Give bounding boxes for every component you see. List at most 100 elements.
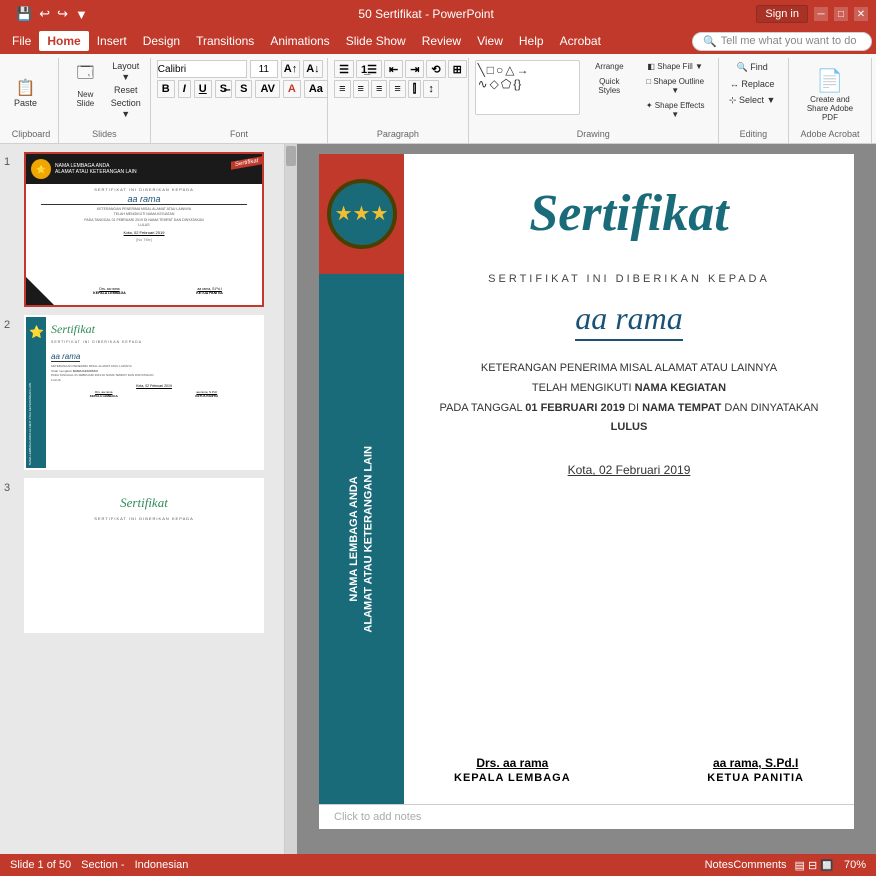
new-slide-label: New Slide (69, 90, 102, 108)
char-spacing-button[interactable]: AV (255, 80, 279, 98)
comments-button[interactable]: Comments (733, 859, 786, 871)
close-button[interactable]: ✕ (854, 7, 868, 21)
restore-button[interactable]: □ (834, 7, 848, 21)
line-spacing-button[interactable]: ↕ (423, 80, 439, 98)
notes-button[interactable]: Notes (705, 859, 734, 871)
app-title: 50 Sertifikat - PowerPoint (96, 7, 756, 21)
sign-in-button[interactable]: Sign in (756, 5, 808, 23)
arrow-shape-icon[interactable]: → (517, 63, 529, 77)
bracket-shape-icon[interactable]: {} (513, 77, 521, 91)
arrange-button[interactable]: Arrange (584, 60, 634, 73)
menu-help[interactable]: Help (511, 31, 552, 51)
replace-button[interactable]: ↔ Replace (725, 77, 779, 91)
create-share-pdf-button[interactable]: 📄 Create and Share Adobe PDF (795, 66, 865, 124)
circle-shape-icon[interactable]: ○ (496, 63, 503, 77)
drawing-label: Drawing (475, 129, 712, 141)
shadow-button[interactable]: S (235, 80, 252, 98)
convert-to-smartart[interactable]: ⊞ (448, 60, 467, 78)
text-direction-button[interactable]: ⟲ (426, 60, 445, 78)
minimize-button[interactable]: ─ (814, 7, 828, 21)
menu-view[interactable]: View (469, 31, 511, 51)
menu-slideshow[interactable]: Slide Show (338, 31, 414, 51)
customize-button[interactable]: ▼ (73, 5, 90, 24)
font-name-input[interactable] (157, 60, 247, 78)
shape-effects-button[interactable]: ✦ Shape Effects ▼ (638, 99, 712, 121)
triangle-shape-icon[interactable]: △ (505, 63, 514, 77)
strikethrough-button[interactable]: S̶ (215, 80, 232, 98)
slide-image-3[interactable]: Sertifikat SERTIFIKAT INI DIBERIKAN KEPA… (24, 478, 264, 633)
align-center-button[interactable]: ≡ (353, 80, 369, 98)
menu-insert[interactable]: Insert (89, 31, 135, 51)
clipboard-group: 📋 Paste Clipboard (4, 58, 59, 143)
select-button[interactable]: ⊹ Select ▼ (725, 93, 779, 108)
menu-review[interactable]: Review (414, 31, 469, 51)
bullets-button[interactable]: ☰ (334, 60, 354, 78)
new-slide-button[interactable]: 🗔 New Slide (65, 60, 106, 120)
cert-info-line1: KETERANGAN PENERIMA MISAL ALAMAT ATAU LA… (440, 359, 819, 379)
slide-num-3: 3 (4, 478, 18, 494)
search-icon: 🔍 (703, 35, 717, 48)
scrollbar-thumb[interactable] (286, 146, 296, 166)
menu-design[interactable]: Design (135, 31, 188, 51)
slide-panel[interactable]: 1 ⭐ NAMA LEMBAGA ANDAALAMAT ATAU KETERAN… (0, 144, 285, 854)
slide-image-2[interactable]: ⭐ NAMA LEMBAGA ANDA ALAMAT ATAU KETERANG… (24, 315, 264, 470)
section-label: Section - (81, 859, 124, 871)
pentagon-shape-icon[interactable]: ⬠ (501, 77, 511, 91)
line-shape-icon[interactable]: ╲ (478, 63, 485, 77)
increase-font-button[interactable]: A↑ (281, 60, 300, 78)
text-case-button[interactable]: Aa (304, 80, 328, 98)
shapes-preview: ╲ □ ○ △ → ∿ ◇ ⬠ {} (475, 60, 581, 115)
clipboard-label: Clipboard (10, 129, 52, 141)
paste-button[interactable]: 📋 Paste (10, 79, 41, 110)
redo-button[interactable]: ↪ (55, 4, 70, 24)
columns-button[interactable]: ⫿ (408, 80, 422, 98)
quick-styles-button[interactable]: Quick Styles (584, 75, 634, 97)
slides-label: Slides (65, 129, 144, 141)
slide-thumb-2[interactable]: 2 ⭐ NAMA LEMBAGA ANDA ALAMAT ATAU KETERA… (4, 315, 280, 470)
find-button[interactable]: 🔍 Find (725, 60, 779, 75)
bold-button[interactable]: B (157, 80, 175, 98)
slide-thumb-3[interactable]: 3 Sertifikat SERTIFIKAT INI DIBERIKAN KE… (4, 478, 280, 633)
slide-thumb-1[interactable]: 1 ⭐ NAMA LEMBAGA ANDAALAMAT ATAU KETERAN… (4, 152, 280, 307)
quick-access-toolbar[interactable]: 💾 ↩ ↪ ▼ (8, 4, 96, 24)
reset-button[interactable]: Reset (108, 84, 144, 96)
cert-date: Kota, 02 Februari 2019 (568, 463, 691, 477)
shape-fill-button[interactable]: ◧ Shape Fill ▼ (638, 60, 712, 73)
justify-button[interactable]: ≡ (389, 80, 405, 98)
font-color-button[interactable]: A (283, 80, 301, 98)
font-label: Font (157, 129, 321, 141)
window-controls[interactable]: Sign in ─ □ ✕ (756, 5, 868, 23)
slide-panel-scrollbar[interactable] (285, 144, 297, 854)
menu-animations[interactable]: Animations (262, 31, 337, 51)
cert-stars: ★★★ (335, 202, 389, 226)
diamond-shape-icon[interactable]: ◇ (490, 77, 499, 91)
section-button[interactable]: Section ▼ (108, 97, 144, 120)
tell-me-bar[interactable]: 🔍 Tell me what you want to do (692, 32, 872, 51)
align-left-button[interactable]: ≡ (334, 80, 350, 98)
layout-button[interactable]: Layout ▼ (108, 60, 144, 83)
notes-area[interactable]: Click to add notes (319, 804, 854, 829)
paragraph-label: Paragraph (334, 129, 461, 141)
view-controls: ▤ ⊟ 🔲 (795, 859, 834, 872)
increase-indent-button[interactable]: ⇥ (405, 60, 424, 78)
menu-acrobat[interactable]: Acrobat (552, 31, 609, 51)
save-button[interactable]: 💾 (14, 4, 34, 24)
font-size-input[interactable] (250, 60, 278, 78)
menu-transitions[interactable]: Transitions (188, 31, 262, 51)
cert-info-line3: PADA TANGGAL 01 FEBRUARI 2019 DI NAMA TE… (440, 399, 819, 419)
align-right-button[interactable]: ≡ (371, 80, 387, 98)
undo-button[interactable]: ↩ (37, 4, 52, 24)
decrease-indent-button[interactable]: ⇤ (384, 60, 403, 78)
curve-shape-icon[interactable]: ∿ (478, 77, 488, 91)
italic-button[interactable]: I (178, 80, 191, 98)
decrease-font-button[interactable]: A↓ (303, 60, 322, 78)
cert-sig2-name: aa rama, S.Pd.I (707, 756, 804, 770)
shape-outline-button[interactable]: □ Shape Outline ▼ (638, 75, 712, 97)
underline-button[interactable]: U (194, 80, 212, 98)
menu-file[interactable]: File (4, 31, 39, 51)
slide-image-1[interactable]: ⭐ NAMA LEMBAGA ANDAALAMAT ATAU KETERANGA… (24, 152, 264, 307)
cert-sidebar-text: NAMA LEMBAGA ANDA ALAMAT ATAU KETERANGAN… (347, 446, 376, 633)
menu-home[interactable]: Home (39, 31, 88, 51)
numbering-button[interactable]: 1̲☰ (356, 60, 382, 78)
rect-shape-icon[interactable]: □ (487, 63, 494, 77)
